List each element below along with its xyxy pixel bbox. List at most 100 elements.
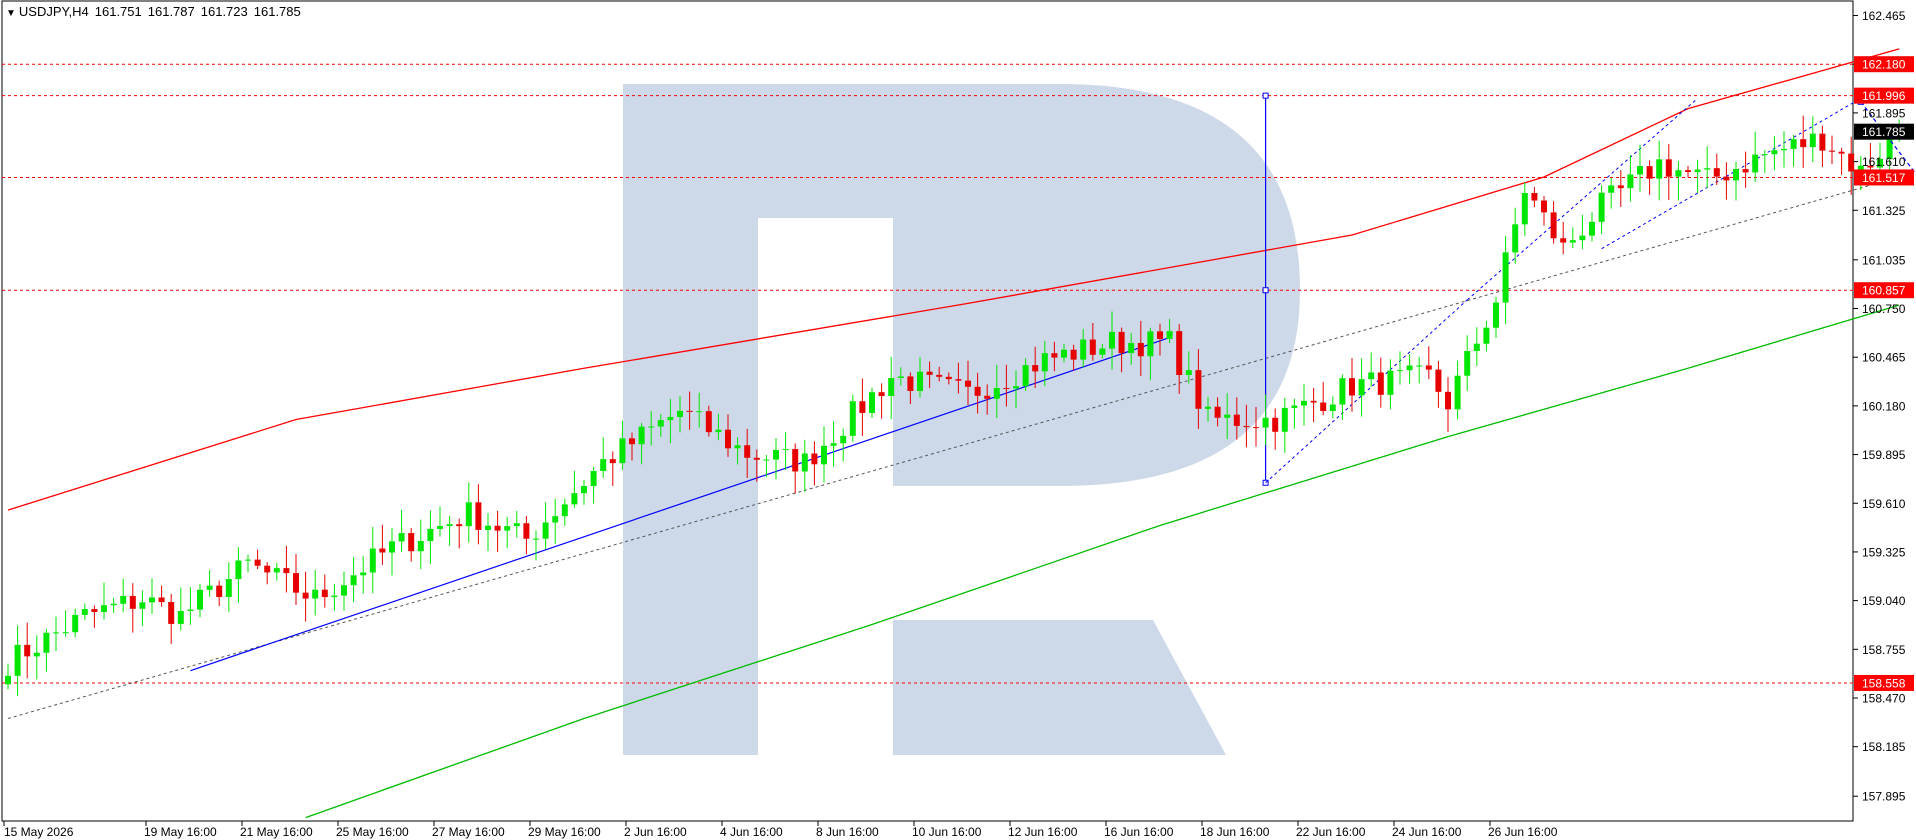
candle-body <box>629 438 635 445</box>
price-tick-label: 159.895 <box>1862 448 1906 462</box>
candle-body <box>225 579 232 598</box>
candle-body <box>821 445 827 465</box>
candle-body <box>504 526 511 531</box>
candle-body <box>609 459 616 464</box>
candle-body <box>667 416 674 421</box>
price-tick-label: 160.750 <box>1862 302 1906 316</box>
candle-body <box>744 445 751 458</box>
candle-body <box>1070 349 1077 360</box>
candle-body <box>1502 252 1509 303</box>
candle-body <box>1560 238 1567 243</box>
candle-body <box>1521 192 1528 225</box>
candle-body <box>1137 342 1144 357</box>
candle-body <box>1579 235 1586 241</box>
candle-body <box>1051 353 1058 358</box>
candle-body <box>158 597 165 603</box>
price-tick-label: 159.040 <box>1862 594 1906 608</box>
segment-handle <box>1262 287 1269 294</box>
candle-body <box>1761 154 1768 156</box>
candle-body <box>446 524 453 527</box>
candle-body <box>1301 400 1307 406</box>
candle-body <box>552 516 559 523</box>
candle-body <box>177 610 184 624</box>
candle-body <box>542 522 549 539</box>
price-tick-label: 160.465 <box>1862 351 1906 365</box>
candle-body <box>1617 185 1624 189</box>
time-tick-label: 10 Jun 16:00 <box>912 825 982 839</box>
candle-body <box>331 595 338 598</box>
candle-body <box>1349 378 1355 396</box>
candle-body <box>389 541 395 553</box>
candle-body <box>773 449 779 460</box>
candle-body <box>859 401 866 413</box>
current-price-label: 161.785 <box>1862 125 1906 139</box>
candle-body <box>1483 327 1490 344</box>
price-level-badge-label: 161.517 <box>1862 171 1906 185</box>
price-level-badge-label: 161.996 <box>1862 89 1906 103</box>
time-tick-label: 15 May 2026 <box>4 825 74 839</box>
time-tick-label: 16 Jun 16:00 <box>1104 825 1174 839</box>
candle-body <box>1637 166 1643 175</box>
candle-body <box>897 376 904 379</box>
candle-body <box>571 493 578 505</box>
candle-body <box>801 453 808 472</box>
candle-body <box>725 429 731 449</box>
candle-body <box>101 605 107 612</box>
candle-body <box>840 435 847 444</box>
candle-body <box>1541 200 1547 213</box>
price-tick-label: 158.470 <box>1862 692 1906 706</box>
collapse-triangle-icon[interactable]: ▼ <box>6 8 16 19</box>
candle-body <box>475 502 482 530</box>
candle-body <box>408 533 415 552</box>
candle-body <box>869 392 875 413</box>
candle-body <box>830 443 837 446</box>
candle-body <box>216 585 223 598</box>
candle-body <box>878 392 885 397</box>
candle-body <box>1243 425 1250 428</box>
candle-body <box>1694 169 1701 172</box>
candle-body <box>590 470 597 487</box>
candle-body <box>936 374 943 377</box>
candle-body <box>1790 139 1797 149</box>
candle-body <box>321 589 328 598</box>
candle-body <box>945 376 952 380</box>
candle-body <box>1742 169 1749 173</box>
candle-body <box>149 597 155 603</box>
candle-body <box>494 525 501 531</box>
chart-window[interactable]: 162.465 162.180 161.895 161.610 161.325 161.0… <box>0 0 1916 840</box>
candle-body <box>1109 331 1115 349</box>
candle-body <box>993 387 1000 399</box>
candle-body <box>43 632 50 653</box>
candle-body <box>1032 365 1039 372</box>
price-level-badge-label: 158.558 <box>1862 676 1906 690</box>
candle-body <box>1627 174 1634 189</box>
candle-body <box>1291 405 1298 408</box>
time-tick-label: 2 Jun 16:00 <box>624 825 687 839</box>
candle-body <box>1368 372 1375 380</box>
candle-body <box>600 459 607 471</box>
low-value: 161.723 <box>200 4 248 19</box>
candle-body <box>1733 169 1739 181</box>
price-level-badge-label: 160.857 <box>1862 284 1906 298</box>
price-tick-label: 158.185 <box>1862 740 1906 754</box>
candle-body <box>379 548 386 553</box>
candle-body <box>1166 331 1173 339</box>
candle-body <box>811 453 818 465</box>
candle-body <box>14 644 21 676</box>
candle-body <box>273 568 280 573</box>
candle-body <box>1061 349 1067 358</box>
candle-body <box>705 411 712 433</box>
candle-body <box>523 523 530 539</box>
candle-body <box>254 559 261 566</box>
price-chart[interactable]: 162.465 162.180 161.895 161.610 161.325 161.0… <box>0 0 1916 840</box>
candle-body <box>437 526 443 529</box>
candle-body <box>1310 400 1317 403</box>
candle-body <box>1157 331 1163 339</box>
candle-body <box>1253 427 1259 429</box>
candle-body <box>1771 150 1778 155</box>
candle-body <box>465 502 472 527</box>
candle-body <box>907 376 914 392</box>
candle-body <box>312 589 319 599</box>
candle-body <box>1665 159 1672 177</box>
candle-body <box>1848 153 1855 172</box>
